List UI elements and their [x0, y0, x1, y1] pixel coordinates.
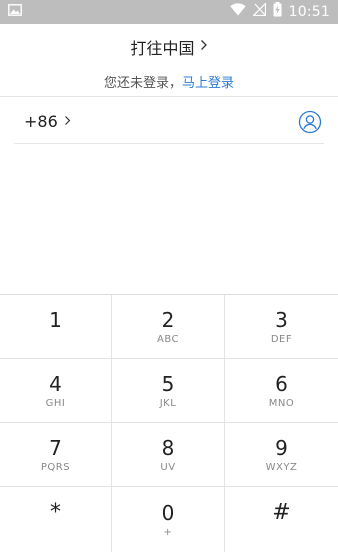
key-digit: 8	[161, 435, 175, 460]
chevron-right-icon	[64, 113, 71, 131]
key-digit: 6	[275, 371, 288, 396]
key-digit: 3	[275, 307, 288, 332]
login-prompt: 您还未登录，马上登录	[0, 72, 338, 94]
clock-time: 10:51	[288, 4, 330, 20]
key-digit: 5	[161, 371, 175, 396]
no-signal-icon	[251, 2, 266, 21]
key-digit: 9	[275, 435, 288, 460]
login-prompt-text: 您还未登录，	[103, 76, 182, 91]
key-letters: DEF	[270, 333, 293, 345]
key-9[interactable]: 9 WXYZ	[225, 423, 338, 487]
key-3[interactable]: 3 DEF	[225, 295, 338, 359]
key-0[interactable]: 0 +	[112, 487, 225, 552]
wifi-icon	[229, 3, 246, 21]
page-title: 打往中国	[130, 39, 195, 58]
key-8[interactable]: 8 UV	[112, 423, 225, 487]
key-digit: 0	[161, 500, 175, 525]
key-2[interactable]: 2 ABC	[112, 295, 225, 359]
header: 打往中国	[0, 24, 338, 70]
key-digit: 1	[49, 307, 62, 332]
key-7[interactable]: 7 PQRS	[0, 423, 112, 487]
key-letters: JKL	[159, 397, 177, 409]
chevron-right-icon	[200, 38, 208, 56]
key-hash[interactable]: #	[225, 487, 338, 552]
country-code-selector[interactable]: +86	[14, 112, 71, 131]
key-star[interactable]: *	[0, 487, 112, 552]
key-letters: WXYZ	[265, 461, 298, 473]
key-digit: *	[50, 499, 61, 525]
phone-input-row[interactable]: +86	[14, 100, 324, 144]
destination-selector[interactable]: 打往中国	[130, 35, 207, 59]
key-1[interactable]: 1	[0, 295, 112, 359]
battery-charging-icon	[273, 2, 282, 22]
key-letters: MNO	[268, 397, 295, 409]
key-letters: GHI	[45, 397, 66, 409]
key-digit: 4	[49, 371, 62, 396]
key-6[interactable]: 6 MNO	[225, 359, 338, 423]
key-digit: 7	[49, 435, 62, 460]
status-bar: 10:51	[0, 0, 338, 24]
key-letters: +	[163, 526, 173, 538]
key-letters: ABC	[156, 333, 179, 345]
key-letters: PQRS	[40, 461, 71, 473]
key-5[interactable]: 5 JKL	[112, 359, 225, 423]
header-divider	[0, 96, 338, 97]
contact-person-icon[interactable]	[298, 110, 322, 134]
key-digit: #	[272, 499, 291, 525]
dial-keypad: 1 2 ABC 3 DEF 4 GHI 5 JKL 6 MNO 7 PQRS 8…	[0, 294, 338, 552]
login-link[interactable]: 马上登录	[182, 76, 234, 91]
key-4[interactable]: 4 GHI	[0, 359, 112, 423]
key-letters: UV	[160, 461, 176, 473]
image-notification-icon	[8, 3, 22, 21]
key-digit: 2	[161, 307, 175, 332]
country-code: +86	[24, 112, 58, 131]
